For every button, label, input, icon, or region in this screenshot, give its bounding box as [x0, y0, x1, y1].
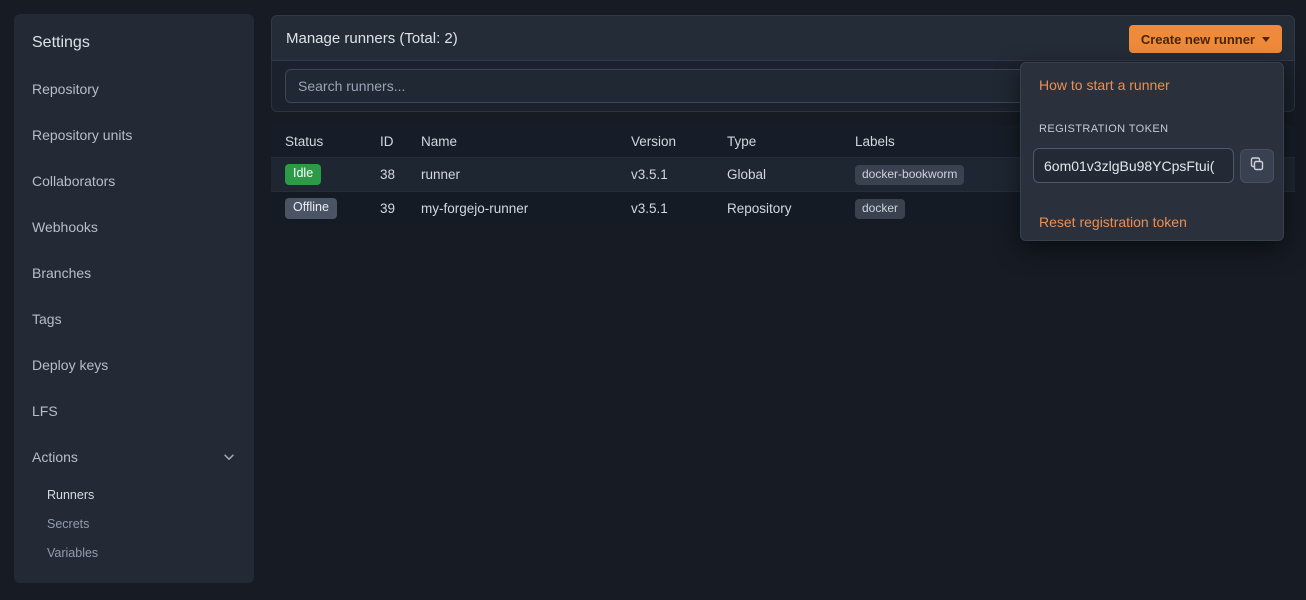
runner-version: v3.5.1 [631, 167, 727, 182]
column-header-name: Name [421, 134, 631, 149]
column-header-type: Type [727, 134, 855, 149]
sidebar-item-repository-units[interactable]: Repository units [14, 112, 254, 158]
registration-token-input[interactable] [1033, 148, 1234, 183]
sidebar-item-lfs[interactable]: LFS [14, 388, 254, 434]
runner-name: my-forgejo-runner [421, 201, 631, 216]
create-new-runner-label: Create new runner [1141, 32, 1255, 47]
sidebar-item-repository[interactable]: Repository [14, 66, 254, 112]
registration-token-label: REGISTRATION TOKEN [1039, 123, 1168, 135]
runner-name: runner [421, 167, 631, 182]
create-new-runner-button[interactable]: Create new runner [1129, 25, 1282, 53]
runners-header-bar: Manage runners (Total: 2) Create new run… [271, 15, 1295, 61]
settings-sidebar: Settings Repository Repository units Col… [14, 14, 254, 583]
dropdown-caret-icon [1262, 37, 1270, 42]
sidebar-item-deploy-keys[interactable]: Deploy keys [14, 342, 254, 388]
column-header-id: ID [380, 134, 421, 149]
create-runner-dropdown: How to start a runner REGISTRATION TOKEN… [1020, 62, 1284, 241]
sidebar-subitem-runners[interactable]: Runners [14, 480, 254, 509]
sidebar-item-tags[interactable]: Tags [14, 296, 254, 342]
sidebar-item-collaborators[interactable]: Collaborators [14, 158, 254, 204]
page-title: Manage runners (Total: 2) [286, 30, 458, 47]
sidebar-item-branches[interactable]: Branches [14, 250, 254, 296]
copy-icon [1249, 156, 1265, 175]
runner-id: 39 [380, 201, 421, 216]
status-badge: Idle [285, 164, 321, 185]
runner-type: Repository [727, 201, 855, 216]
runner-label-chip: docker [855, 199, 905, 219]
reset-registration-token-link[interactable]: Reset registration token [1039, 214, 1187, 230]
runner-id: 38 [380, 167, 421, 182]
how-to-start-runner-link[interactable]: How to start a runner [1039, 77, 1170, 93]
column-header-status: Status [285, 134, 380, 149]
chevron-down-icon [222, 450, 236, 464]
registration-token-row [1033, 148, 1274, 183]
status-badge: Offline [285, 198, 337, 219]
sidebar-subitem-secrets[interactable]: Secrets [14, 509, 254, 538]
sidebar-item-actions[interactable]: Actions [14, 434, 254, 480]
sidebar-subitem-variables[interactable]: Variables [14, 538, 254, 567]
runner-label-chip: docker-bookworm [855, 165, 964, 185]
sidebar-item-webhooks[interactable]: Webhooks [14, 204, 254, 250]
column-header-version: Version [631, 134, 727, 149]
sidebar-title: Settings [14, 20, 254, 66]
runner-version: v3.5.1 [631, 201, 727, 216]
copy-token-button[interactable] [1240, 149, 1274, 183]
runner-type: Global [727, 167, 855, 182]
